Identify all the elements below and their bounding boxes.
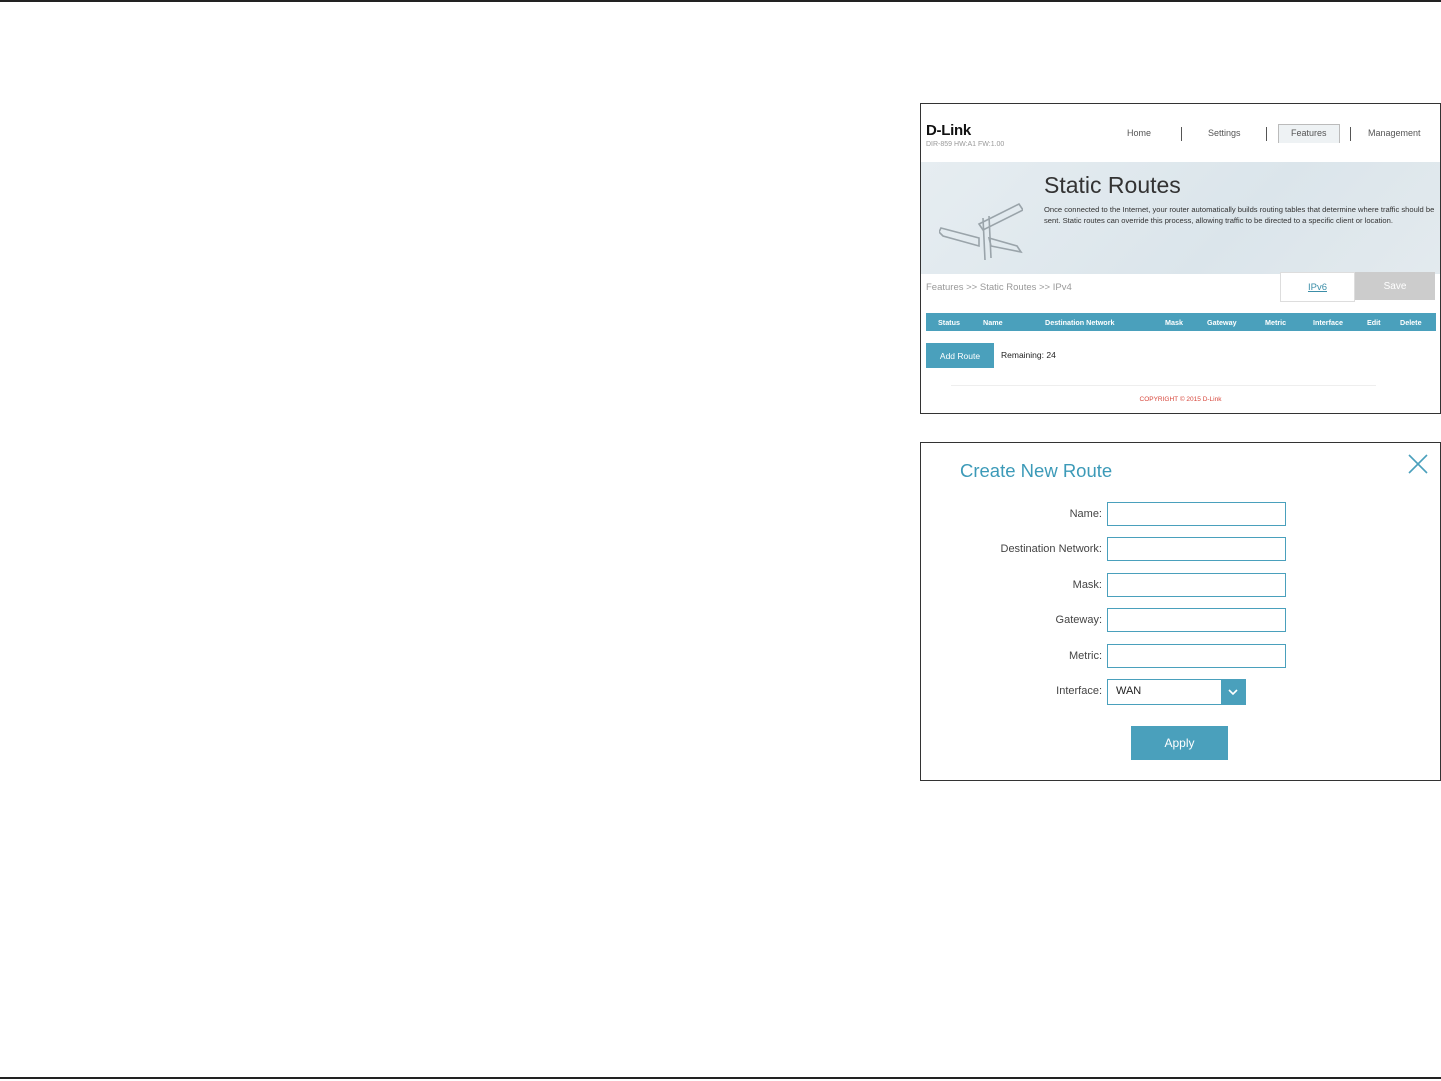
save-button[interactable]: Save xyxy=(1355,272,1435,300)
close-icon[interactable] xyxy=(1408,454,1428,474)
page-banner: Static Routes Once connected to the Inte… xyxy=(921,162,1440,274)
page-title: Static Routes xyxy=(1044,172,1181,198)
nav-features[interactable]: Features xyxy=(1291,128,1327,138)
column-header: Delete xyxy=(1400,318,1422,327)
column-header: Gateway xyxy=(1207,318,1237,327)
nav-management[interactable]: Management xyxy=(1368,128,1421,138)
nav-home[interactable]: Home xyxy=(1127,128,1151,138)
apply-button[interactable]: Apply xyxy=(1131,726,1228,760)
column-header: Status xyxy=(938,318,960,327)
add-route-button[interactable]: Add Route xyxy=(926,343,994,368)
ipv6-link-button[interactable]: IPv6 xyxy=(1280,272,1355,302)
nav-separator xyxy=(1266,127,1267,141)
metric-label: Metric: xyxy=(1069,650,1102,662)
nav-separator xyxy=(1350,127,1351,141)
destination-network-field[interactable] xyxy=(1107,537,1286,561)
interface-selected-value: WAN xyxy=(1116,685,1142,697)
dlink-logo: D-Link xyxy=(926,122,971,139)
create-route-dialog: Create New Route Name: Destination Netwo… xyxy=(920,442,1441,781)
name-label: Name: xyxy=(1069,508,1102,520)
static-routes-screenshot: D-Link DIR-859 HW:A1 FW:1.00 Home Settin… xyxy=(920,103,1441,414)
nav-settings[interactable]: Settings xyxy=(1208,128,1241,138)
page-description: Once connected to the Internet, your rou… xyxy=(1044,205,1435,226)
copyright-text: COPYRIGHT © 2015 D-Link xyxy=(1139,396,1222,403)
routes-table-header: Status Name Destination Network Mask Gat… xyxy=(926,313,1436,331)
signpost-icon xyxy=(939,202,1023,261)
chevron-down-icon[interactable] xyxy=(1221,680,1245,704)
mask-label: Mask: xyxy=(1072,579,1102,591)
page-bottom-rule xyxy=(0,1077,1441,1079)
name-field[interactable] xyxy=(1107,502,1286,526)
column-header: Metric xyxy=(1265,318,1287,327)
remaining-count: Remaining: 24 xyxy=(1001,350,1056,360)
page-top-rule xyxy=(0,0,1441,2)
footer-divider xyxy=(951,385,1376,386)
column-header: Mask xyxy=(1165,318,1183,327)
column-header: Name xyxy=(983,318,1003,327)
gateway-label: Gateway: xyxy=(1055,614,1102,626)
column-header: Destination Network xyxy=(1045,318,1115,327)
metric-field[interactable] xyxy=(1107,644,1286,668)
nav-separator xyxy=(1181,127,1182,141)
destination-network-label: Destination Network: xyxy=(1000,543,1103,555)
interface-select[interactable]: WAN xyxy=(1107,679,1246,705)
breadcrumb: Features >> Static Routes >> IPv4 xyxy=(926,282,1072,293)
model-info: DIR-859 HW:A1 FW:1.00 xyxy=(926,141,1005,148)
column-header: Interface xyxy=(1313,318,1343,327)
column-header: Edit xyxy=(1367,318,1381,327)
mask-field[interactable] xyxy=(1107,573,1286,597)
gateway-field[interactable] xyxy=(1107,608,1286,632)
interface-label: Interface: xyxy=(1056,685,1102,697)
dialog-title: Create New Route xyxy=(960,460,1113,481)
